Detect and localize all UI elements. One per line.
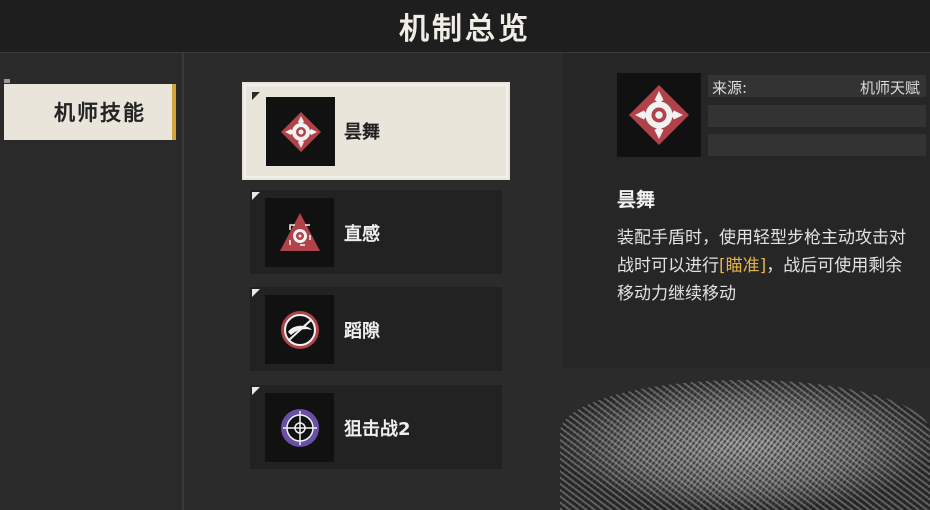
corner-mark xyxy=(252,289,260,297)
skill-name: 昙舞 xyxy=(344,122,380,143)
skill-item-tanwu[interactable]: 昙舞 xyxy=(242,82,510,180)
category-tab-pilot-skills[interactable]: 机师技能 xyxy=(4,84,176,140)
info-row-empty xyxy=(708,105,926,127)
skill-description: 装配手盾时，使用轻型步枪主动攻击对战时可以进行[瞄准]，战后可使用剩余移动力继续… xyxy=(617,224,917,308)
skill-name: 直感 xyxy=(344,224,380,245)
category-tab-label: 机师技能 xyxy=(54,101,146,125)
info-row-empty xyxy=(708,134,926,156)
header-bar: 机制总览 xyxy=(0,0,930,53)
skill-item-daoxi[interactable]: 蹈隙 xyxy=(250,287,502,371)
slash-circle-icon xyxy=(265,295,334,364)
skill-item-zhigan[interactable]: 直感 xyxy=(250,190,502,274)
skill-name: 蹈隙 xyxy=(344,321,380,342)
source-value: 机师天赋 xyxy=(859,79,920,97)
lotus-diamond-icon xyxy=(617,73,701,157)
skill-item-jujizhan2[interactable]: 狙击战2 xyxy=(250,385,502,469)
corner-mark xyxy=(252,92,260,100)
tab-notch xyxy=(4,79,10,83)
corner-mark xyxy=(252,192,260,200)
detail-skill-name: 昙舞 xyxy=(617,189,656,211)
source-label: 来源: xyxy=(712,79,748,97)
lotus-diamond-icon xyxy=(266,97,335,166)
crosshair-icon xyxy=(265,393,334,462)
page-title: 机制总览 xyxy=(399,12,531,47)
desc-keyword-aim: [瞄准] xyxy=(719,256,767,276)
corner-mark xyxy=(252,387,260,395)
target-triangle-icon xyxy=(265,198,334,267)
skill-name: 狙击战2 xyxy=(344,419,411,440)
preview-static-noise xyxy=(560,380,930,510)
